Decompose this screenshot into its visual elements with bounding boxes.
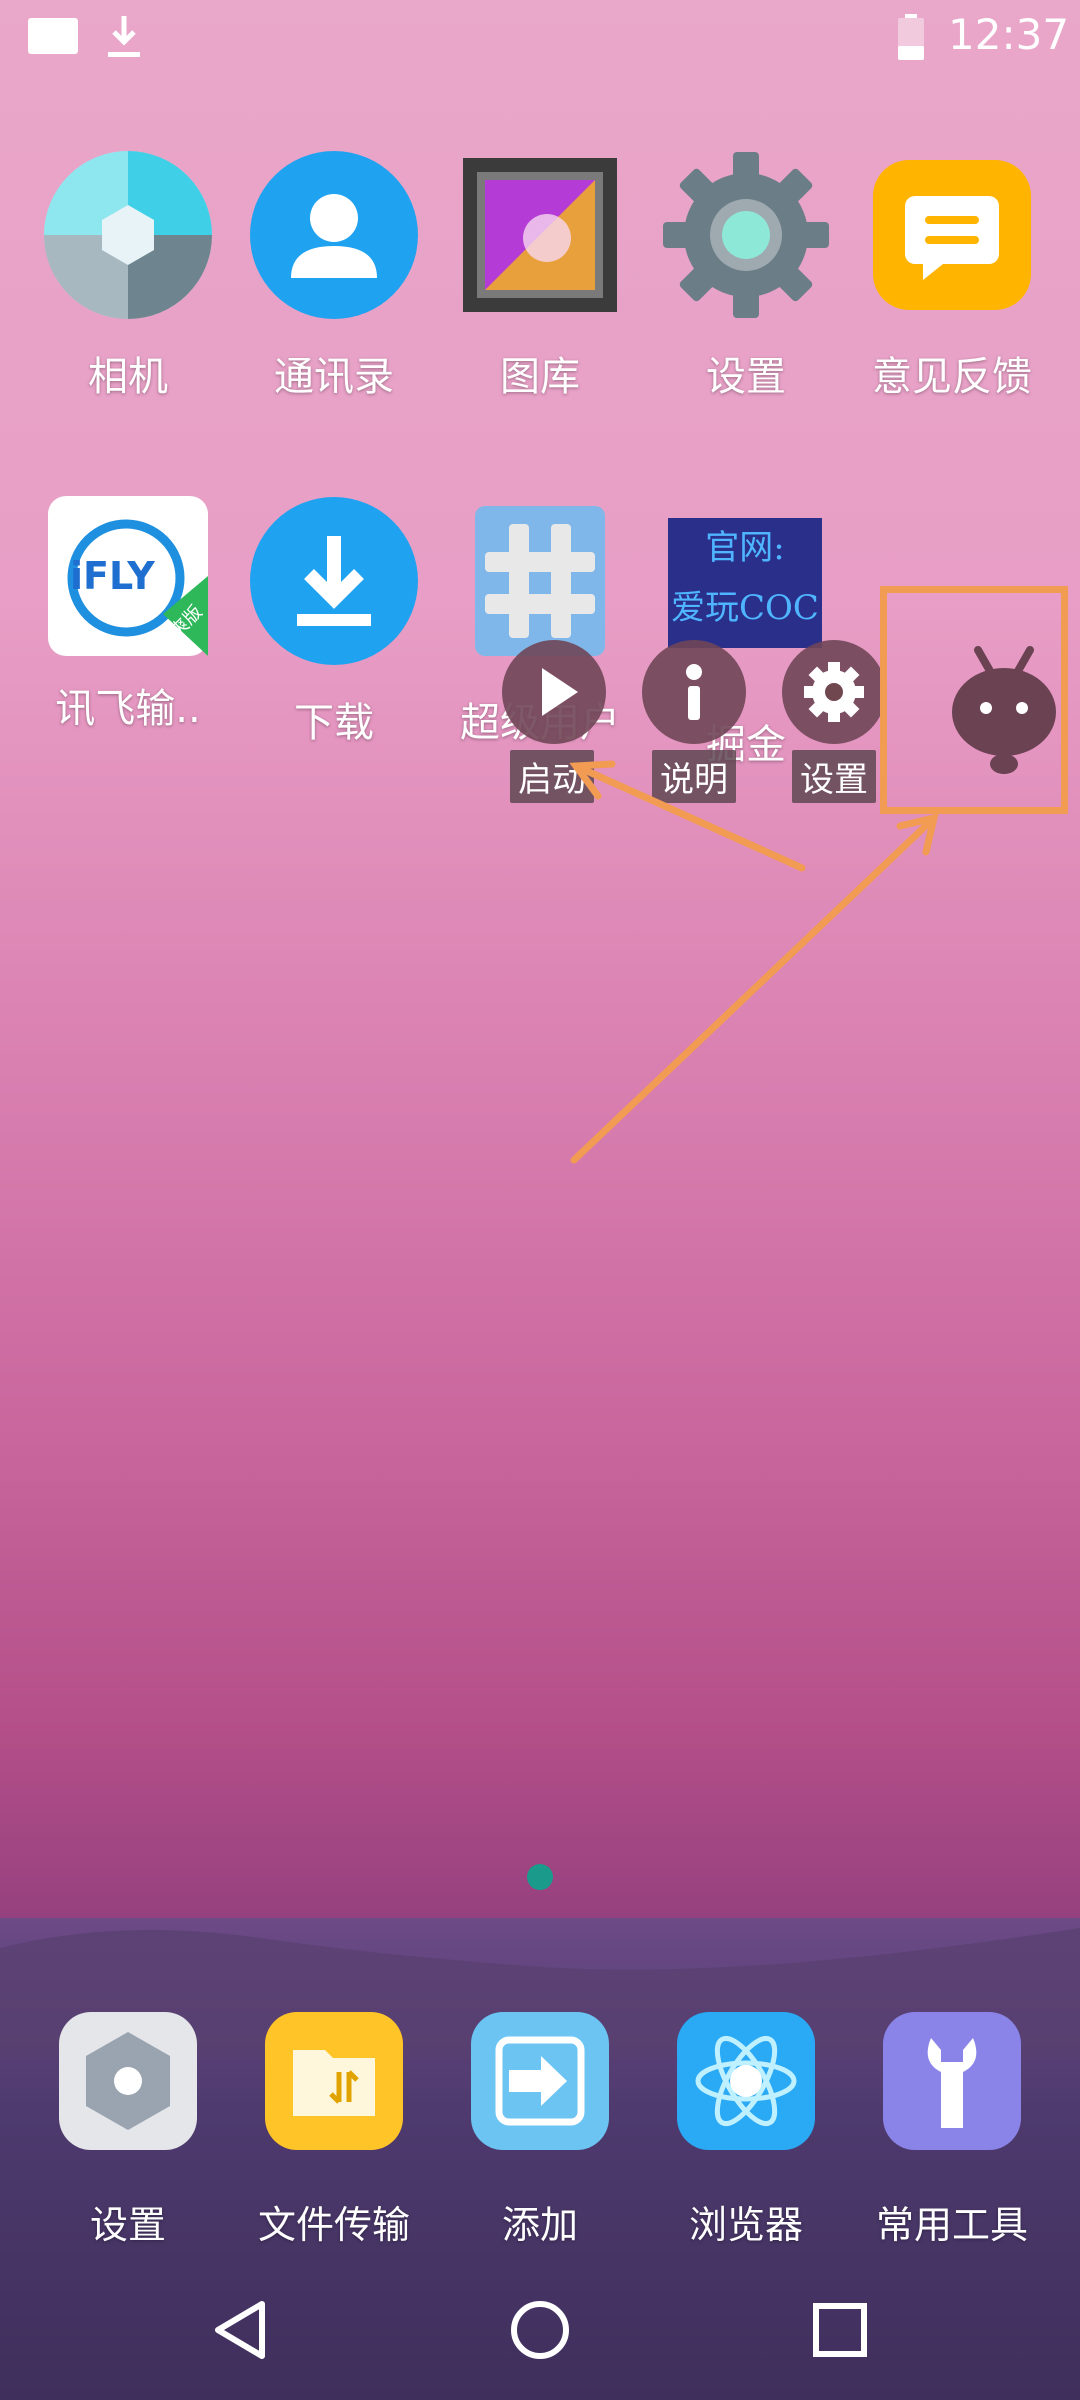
page-indicator — [527, 1864, 553, 1890]
camera-icon — [44, 151, 212, 319]
app-label: 下载 — [294, 700, 374, 746]
settings-gear-icon — [663, 152, 829, 318]
dock-app-settings[interactable]: 设置 — [28, 2010, 228, 2249]
info-icon — [686, 664, 702, 720]
float-start-label: 启动 — [510, 750, 594, 803]
app-settings[interactable]: 设置 — [646, 150, 846, 402]
contacts-icon — [250, 151, 418, 319]
dock-app-file-transfer[interactable]: 文件传输 — [234, 2010, 434, 2249]
feedback-icon — [873, 160, 1031, 310]
app-label: 浏览器 — [688, 2203, 803, 2247]
app-gallery[interactable]: 图库 — [440, 150, 640, 402]
download-icon — [108, 16, 140, 57]
float-info-button[interactable] — [642, 640, 746, 744]
app-feedback[interactable]: 意见反馈 — [852, 150, 1052, 402]
image-icon — [28, 18, 78, 54]
app-label: 相机 — [88, 354, 168, 400]
app-label: 设置 — [89, 2203, 166, 2247]
float-info-label: 说明 — [652, 750, 736, 803]
app-label: 图库 — [500, 354, 580, 400]
app-download[interactable]: 下载 — [234, 496, 434, 748]
dock-app-add[interactable]: 添加 — [440, 2010, 640, 2249]
app-label: 意见反馈 — [872, 354, 1032, 400]
tools-icon — [883, 2012, 1021, 2150]
battery-icon — [898, 14, 924, 60]
app-label: 讯飞输.. — [55, 686, 201, 732]
app-label: 设置 — [706, 354, 786, 400]
browser-icon — [677, 2012, 815, 2150]
app-label: 通讯录 — [274, 354, 394, 400]
app-label: 添加 — [501, 2203, 578, 2247]
back-icon[interactable] — [200, 2290, 280, 2370]
gallery-icon — [463, 158, 617, 312]
dock-app-tools[interactable]: 常用工具 — [852, 2010, 1052, 2249]
add-icon — [471, 2012, 609, 2150]
ifly-text: iFLY — [70, 554, 155, 598]
play-icon — [542, 668, 578, 716]
home-icon[interactable] — [500, 2290, 580, 2370]
ifly-input-icon: iFLY 清爽版 — [48, 496, 208, 656]
clock: 12:37 — [948, 10, 1070, 59]
annotation-box — [880, 586, 1068, 814]
app-ifly-input[interactable]: iFLY 清爽版 讯飞输.. — [28, 496, 228, 734]
app-camera[interactable]: 相机 — [28, 150, 228, 402]
dock-settings-icon — [59, 2012, 197, 2150]
float-settings-label: 设置 — [792, 750, 876, 803]
file-transfer-icon — [265, 2012, 403, 2150]
recents-icon[interactable] — [800, 2290, 880, 2370]
float-start-button[interactable] — [502, 640, 606, 744]
float-settings-button[interactable] — [782, 640, 886, 744]
download-app-icon — [250, 497, 418, 665]
dock-app-browser[interactable]: 浏览器 — [646, 2010, 846, 2249]
app-label: 常用工具 — [875, 2203, 1028, 2247]
gear-icon — [804, 662, 864, 722]
navigation-bar — [0, 2260, 1080, 2400]
app-label: 文件传输 — [257, 2203, 410, 2247]
status-bar: 12:37 — [0, 0, 1080, 80]
app-contacts[interactable]: 通讯录 — [234, 150, 434, 402]
